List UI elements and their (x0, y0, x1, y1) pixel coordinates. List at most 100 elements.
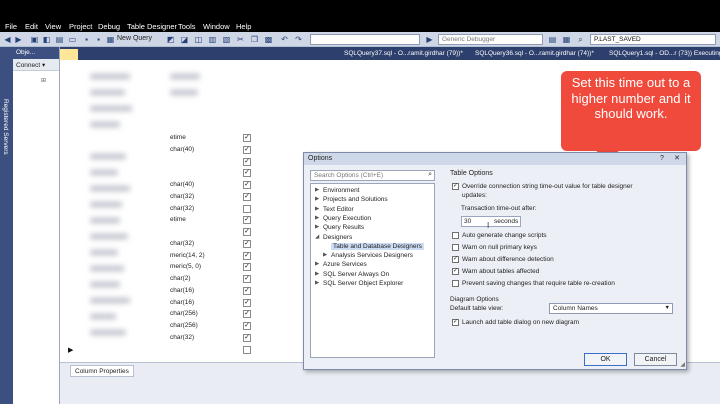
save-all-icon[interactable]: ▪ (94, 35, 103, 44)
data-type-cell[interactable]: char(256) (170, 322, 230, 329)
find-combo[interactable]: P.LAST_SAVED (590, 34, 716, 45)
data-type-cell[interactable]: char(40) (170, 146, 230, 153)
data-type-cell[interactable]: etime (170, 216, 230, 223)
option-checkbox[interactable] (452, 280, 459, 287)
allow-nulls-checkbox[interactable] (243, 204, 251, 213)
connect-button[interactable]: Connect ▾ (13, 59, 59, 71)
tree-expander-icon[interactable]: ⊞ (41, 77, 46, 84)
data-type-cell[interactable]: char(32) (170, 193, 230, 200)
back-icon[interactable]: ◀ (3, 35, 12, 44)
open-folder-icon[interactable]: ▭ (68, 35, 77, 44)
data-type-cell[interactable]: char(16) (170, 299, 230, 306)
option-checkbox[interactable] (452, 232, 459, 239)
copy-icon[interactable]: ❐ (250, 35, 259, 44)
tab-sqlquery1[interactable]: SQLQuery1.sql - OD...r (73)) Executing..… (605, 49, 720, 60)
allow-nulls-checkbox[interactable]: ✓ (243, 157, 251, 166)
expand-arrow-icon[interactable]: ▶ (315, 196, 319, 202)
data-type-cell[interactable]: char(2) (170, 275, 230, 282)
allow-nulls-checkbox[interactable]: ✓ (243, 169, 251, 178)
new-query-button[interactable]: New Query (117, 35, 152, 42)
debugger-combo[interactable]: Generic Debugger (438, 34, 543, 45)
solution-config-combo[interactable] (310, 34, 420, 45)
toolbox-icon[interactable]: ▦ (562, 35, 571, 44)
data-type-cell[interactable]: meric(5, 0) (170, 263, 230, 270)
tab-sqlquery37[interactable]: SQLQuery37.sql - O...ramit.girdhar (79))… (340, 49, 466, 60)
allow-nulls-checkbox[interactable]: ✓ (243, 239, 251, 248)
allow-nulls-checkbox[interactable]: ✓ (243, 251, 251, 260)
new-project-icon[interactable]: ▣ (30, 35, 39, 44)
forward-icon[interactable]: ▶ (14, 35, 23, 44)
allow-nulls-checkbox[interactable]: ✓ (243, 134, 251, 142)
search-icon[interactable]: ⌕ (428, 171, 432, 179)
option-checkbox[interactable]: ✓ (452, 268, 459, 275)
menu-edit[interactable]: Edit (25, 22, 38, 31)
allow-nulls-checkbox[interactable] (243, 345, 251, 354)
data-type-cell[interactable]: char(256) (170, 310, 230, 317)
find-icon[interactable]: ⌕ (576, 35, 585, 44)
cancel-button[interactable]: Cancel (634, 353, 677, 366)
menu-view[interactable]: View (45, 22, 61, 31)
default-table-view-select[interactable]: Column Names ▼ (549, 303, 673, 314)
designer-tab[interactable] (60, 49, 78, 60)
open-icon[interactable]: ▤ (55, 35, 64, 44)
data-type-cell[interactable]: char(32) (170, 205, 230, 212)
expand-arrow-icon[interactable]: ▶ (315, 187, 319, 193)
help-icon[interactable]: ? (657, 155, 667, 163)
expand-arrow-icon[interactable]: ▶ (315, 206, 319, 212)
menu-file[interactable]: File (5, 22, 17, 31)
registered-servers-label[interactable]: Registered Servers (2, 99, 9, 155)
option-checkbox[interactable] (452, 244, 459, 251)
ok-button[interactable]: OK (584, 353, 627, 366)
expand-arrow-icon[interactable]: ▶ (315, 261, 319, 267)
expand-arrow-icon[interactable]: ▶ (323, 252, 327, 258)
data-type-cell[interactable]: char(16) (170, 287, 230, 294)
allow-nulls-checkbox[interactable]: ✓ (243, 310, 251, 319)
close-icon[interactable]: ✕ (672, 155, 682, 163)
tab-sqlquery36[interactable]: SQLQuery36.sql - O...ramit.girdhar (74))… (471, 49, 601, 60)
override-timeout-checkbox[interactable]: ✓ (452, 183, 459, 190)
menu-table-designer[interactable]: Table Designer (127, 22, 177, 31)
registered-servers-strip[interactable]: Registered Servers (0, 47, 13, 404)
new-query-icon[interactable]: ▦ (106, 35, 115, 44)
menu-project[interactable]: Project (69, 22, 92, 31)
menu-debug[interactable]: Debug (98, 22, 120, 31)
allow-nulls-checkbox[interactable]: ✓ (243, 181, 251, 189)
expand-arrow-icon[interactable]: ▶ (315, 271, 319, 277)
data-type-cell[interactable]: char(40) (170, 181, 230, 188)
undo-icon[interactable]: ↶ (280, 35, 289, 44)
allow-nulls-checkbox[interactable]: ✓ (243, 192, 251, 201)
menu-help[interactable]: Help (236, 22, 251, 31)
allow-nulls-checkbox[interactable]: ✓ (243, 216, 251, 225)
expand-arrow-icon[interactable]: ▶ (315, 215, 319, 221)
dmx-icon[interactable]: ▥ (208, 35, 217, 44)
xmla-icon[interactable]: ▧ (222, 35, 231, 44)
query-icon[interactable]: ◩ (166, 35, 175, 44)
allow-nulls-checkbox[interactable]: ✓ (243, 322, 251, 330)
allow-nulls-checkbox[interactable]: ✓ (243, 298, 251, 307)
options-search-input[interactable]: Search Options (Ctrl+E) ⌕ (310, 170, 435, 181)
allow-nulls-checkbox[interactable]: ✓ (243, 275, 251, 283)
start-debug-icon[interactable]: ▶ (425, 35, 434, 44)
menu-tools[interactable]: Tools (178, 22, 196, 31)
mdx-icon[interactable]: ◫ (194, 35, 203, 44)
expanded-arrow-icon[interactable]: ◢ (315, 234, 319, 240)
allow-nulls-checkbox[interactable]: ✓ (243, 228, 251, 236)
expand-arrow-icon[interactable]: ▶ (315, 280, 319, 286)
cut-icon[interactable]: ✂ (236, 35, 245, 44)
resize-grip-icon[interactable]: ◢ (680, 361, 685, 368)
save-icon[interactable]: ▪ (82, 35, 91, 44)
data-type-cell[interactable]: meric(14, 2) (170, 252, 230, 259)
column-properties-tab[interactable]: Column Properties (70, 365, 134, 377)
expand-arrow-icon[interactable]: ▶ (315, 224, 319, 230)
add-item-icon[interactable]: ◧ (42, 35, 51, 44)
analysis-icon[interactable]: ◪ (180, 35, 189, 44)
transaction-timeout-input[interactable]: 30 seconds (461, 216, 521, 227)
properties-icon[interactable]: ▤ (548, 35, 557, 44)
menu-window[interactable]: Window (203, 22, 230, 31)
allow-nulls-checkbox[interactable]: ✓ (243, 263, 251, 272)
option-checkbox[interactable]: ✓ (452, 256, 459, 263)
allow-nulls-checkbox[interactable]: ✓ (243, 145, 251, 154)
launch-add-table-checkbox[interactable]: ✓ (452, 319, 459, 326)
paste-icon[interactable]: ▩ (264, 35, 273, 44)
data-type-cell[interactable]: etime (170, 134, 230, 141)
